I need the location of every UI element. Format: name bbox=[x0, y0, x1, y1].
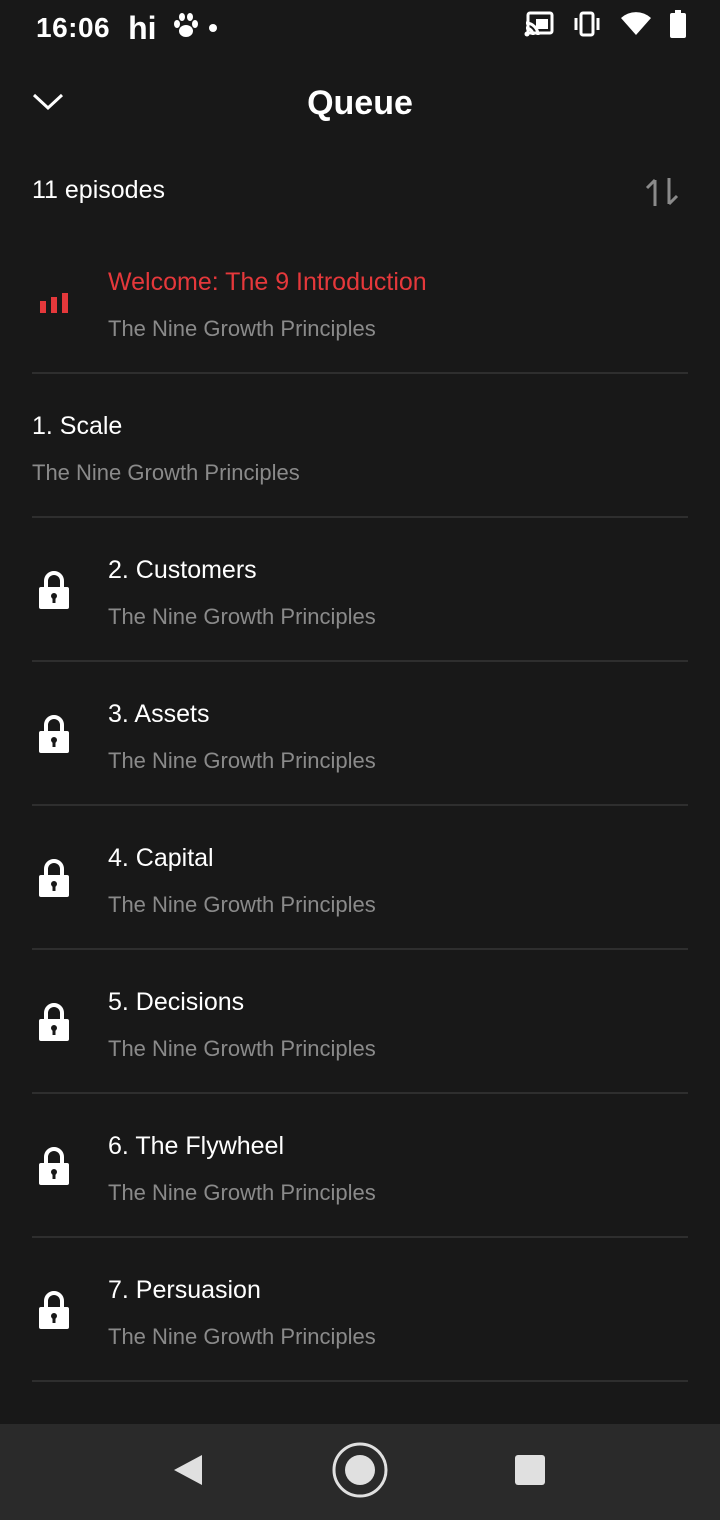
episode-row[interactable]: 3. Assets The Nine Growth Principles bbox=[32, 662, 688, 806]
episode-subtitle: The Nine Growth Principles bbox=[108, 748, 376, 773]
episode-title: Welcome: The 9 Introduction bbox=[108, 268, 427, 296]
episode-title: 5. Decisions bbox=[108, 988, 245, 1016]
episode-subtitle: The Nine Growth Principles bbox=[108, 892, 376, 917]
lock-icon bbox=[32, 570, 76, 610]
episode-title: 2. Customers bbox=[108, 556, 257, 584]
home-icon bbox=[331, 1441, 389, 1504]
status-carrier: hi bbox=[128, 9, 157, 46]
system-nav-bar bbox=[0, 1424, 720, 1520]
lock-icon bbox=[32, 1290, 76, 1330]
nav-recents-button[interactable] bbox=[500, 1442, 560, 1502]
lock-icon bbox=[32, 858, 76, 898]
page-title: Queue bbox=[307, 84, 413, 122]
episode-row[interactable]: 2. Customers The Nine Growth Principles bbox=[32, 518, 688, 662]
episode-row[interactable]: 7. Persuasion The Nine Growth Principles bbox=[32, 1238, 688, 1382]
episode-row[interactable]: 5. Decisions The Nine Growth Principles bbox=[32, 950, 688, 1094]
lock-icon bbox=[32, 1146, 76, 1186]
episode-row[interactable]: 4. Capital The Nine Growth Principles bbox=[32, 806, 688, 950]
nav-back-button[interactable] bbox=[158, 1442, 218, 1502]
episode-title: 4. Capital bbox=[108, 844, 214, 872]
episode-count: 11 episodes bbox=[32, 176, 165, 204]
episode-title: 7. Persuasion bbox=[108, 1276, 261, 1304]
episode-subtitle: The Nine Growth Principles bbox=[108, 604, 376, 629]
episode-subtitle: The Nine Growth Principles bbox=[108, 1036, 376, 1061]
dot-icon bbox=[208, 24, 217, 32]
back-icon bbox=[172, 1453, 204, 1492]
cast-icon bbox=[524, 11, 554, 42]
episode-title: 3. Assets bbox=[108, 700, 210, 728]
queue-subheader: 11 episodes bbox=[32, 168, 688, 216]
queue-list: Welcome: The 9 Introduction The Nine Gro… bbox=[32, 230, 688, 1382]
wifi-icon bbox=[620, 11, 652, 42]
vibrate-icon bbox=[572, 11, 602, 42]
episode-row[interactable]: Welcome: The 9 Introduction The Nine Gro… bbox=[32, 230, 688, 374]
battery-icon bbox=[670, 10, 686, 43]
episode-row[interactable]: 6. The Flywheel The Nine Growth Principl… bbox=[32, 1094, 688, 1238]
paw-icon bbox=[171, 12, 201, 45]
status-time: 16:06 bbox=[36, 12, 111, 43]
lock-icon bbox=[32, 714, 76, 754]
sort-button[interactable] bbox=[642, 174, 682, 214]
episode-subtitle: The Nine Growth Principles bbox=[108, 316, 376, 341]
equalizer-icon bbox=[32, 282, 76, 322]
lock-icon bbox=[32, 1002, 76, 1042]
episode-subtitle: The Nine Growth Principles bbox=[108, 1324, 376, 1349]
episode-row[interactable]: 1. Scale The Nine Growth Principles bbox=[32, 374, 688, 518]
episode-subtitle: The Nine Growth Principles bbox=[32, 460, 300, 485]
header: Queue bbox=[0, 64, 720, 148]
status-bar: 16:06 hi bbox=[0, 0, 720, 56]
episode-title: 6. The Flywheel bbox=[108, 1132, 285, 1160]
status-system-icons bbox=[524, 10, 686, 43]
status-notification-icons bbox=[171, 12, 217, 45]
episode-title: 1. Scale bbox=[32, 412, 123, 440]
recents-icon bbox=[514, 1454, 546, 1491]
episode-subtitle: The Nine Growth Principles bbox=[108, 1180, 376, 1205]
sort-icon bbox=[643, 176, 681, 213]
nav-home-button[interactable] bbox=[330, 1442, 390, 1502]
